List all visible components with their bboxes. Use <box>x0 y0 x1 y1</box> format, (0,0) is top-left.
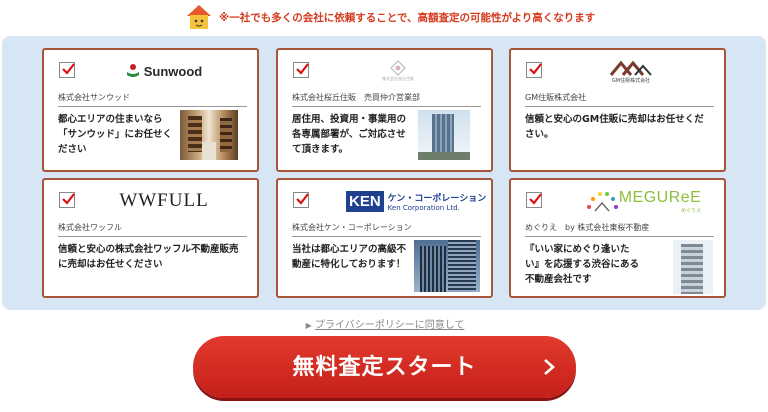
company-card-wwfull[interactable]: WWFULL 株式会社ワッフル 信頼と安心の株式会社ワッフル不動産販売 に売却は… <box>42 178 259 298</box>
checkmark-icon <box>296 63 309 75</box>
triangle-right-icon: ▶ <box>305 321 312 330</box>
company-description: 当社は都心エリアの高級不 動産に特化しております！ <box>292 244 407 270</box>
start-button-label: 無料査定スタート <box>292 355 477 380</box>
company-description: 信頼と安心の株式会社ワッフル不動産販売 に売却はお任せください <box>58 244 239 270</box>
company-checkbox[interactable] <box>526 192 542 208</box>
gm-roof-icon <box>609 60 652 76</box>
logo-text: GM住販株式会社 <box>611 77 651 84</box>
logo-text: MEGUReE <box>618 188 702 206</box>
logo-sub-text: めぐりえ <box>681 207 702 214</box>
company-name: めぐりえ by 株式会社東桜不動産 <box>525 222 714 237</box>
house-mascot-icon <box>187 5 211 29</box>
company-card-gm[interactable]: GM住販株式会社 GM住販株式会社 信頼と安心のGM住販に売却はお任せくだ さい… <box>509 48 726 172</box>
logo-text-jp: ケン・コーポレーション <box>387 193 487 204</box>
checkmark-icon <box>62 193 75 205</box>
privacy-policy-link[interactable]: ▶ プライバシーポリシーに同意して <box>0 316 768 331</box>
company-name: 株式会社桜丘住販 売買仲介営業部 <box>292 92 481 107</box>
apartment-photo <box>673 240 713 294</box>
company-card-sunwood[interactable]: Sunwood 株式会社サンウッド 都心エリアの住まいなら 「サンウッド」にお任… <box>42 48 259 172</box>
company-panel: Sunwood 株式会社サンウッド 都心エリアの住まいなら 「サンウッド」にお任… <box>2 36 766 310</box>
company-logo: 株式会社桜丘住販 <box>333 56 463 86</box>
sunwood-leaf-icon <box>126 64 139 77</box>
building-photo <box>418 110 470 160</box>
checkmark-icon <box>529 63 542 75</box>
company-description: 都心エリアの住まいなら 「サンウッド」にお任せく ださい <box>58 114 173 155</box>
company-description: 信頼と安心のGM住販に売却はお任せくだ さい。 <box>525 114 704 140</box>
company-logo: KEN ケン・コーポレーション Ken Corporation Ltd. <box>346 186 486 216</box>
company-card-ken[interactable]: KEN ケン・コーポレーション Ken Corporation Ltd. 株式会… <box>276 178 493 298</box>
company-checkbox[interactable] <box>59 192 75 208</box>
company-logo: WWFULL <box>99 186 229 216</box>
ken-logo-text: ケン・コーポレーション Ken Corporation Ltd. <box>388 191 487 212</box>
logo-text-en: Ken Corporation Ltd. <box>387 203 460 212</box>
company-name: 株式会社ワッフル <box>58 222 247 237</box>
company-description: 居住用、投資用・事業用の 各専属部署が、ご対応させ て頂きます。 <box>292 114 407 155</box>
interior-photo <box>180 110 238 160</box>
sakura-emblem-icon <box>390 60 406 76</box>
logo-text: WWFULL <box>119 190 209 211</box>
logo-text: Sunwood <box>143 63 203 79</box>
company-name: 株式会社ケン・コーポレーション <box>292 222 481 237</box>
notice-text: ※一社でも多くの会社に依頼することで、高額査定の可能性がより高くなります <box>219 11 596 24</box>
chevron-right-icon <box>544 359 555 375</box>
checkmark-icon <box>296 193 309 205</box>
company-checkbox[interactable] <box>293 62 309 78</box>
megurie-logo-text: MEGUReE めぐりえ <box>619 189 702 214</box>
skyscraper-photo <box>414 240 480 292</box>
notice-bar: ※一社でも多くの会社に依頼することで、高額査定の可能性がより高くなります <box>185 2 615 32</box>
company-logo: GM住販株式会社 <box>566 56 696 86</box>
company-card-sakuragaoka[interactable]: 株式会社桜丘住販 株式会社桜丘住販 売買仲介営業部 居住用、投資用・事業用の 各… <box>276 48 493 172</box>
checkmark-icon <box>62 63 75 75</box>
company-description: 『いい家にめぐり逢いた い』を応援する渋谷にある 不動産会社です <box>525 244 640 285</box>
ken-logo-mark: KEN <box>346 190 384 212</box>
company-checkbox[interactable] <box>293 192 309 208</box>
company-checkbox[interactable] <box>526 62 542 78</box>
megurie-dots-icon <box>586 192 618 212</box>
company-logo: MEGUReE めぐりえ <box>573 186 713 216</box>
company-name: 株式会社サンウッド <box>58 92 247 107</box>
free-appraisal-start-button[interactable]: 無料査定スタート <box>193 336 576 398</box>
company-card-megurie[interactable]: MEGUReE めぐりえ めぐりえ by 株式会社東桜不動産 『いい家にめぐり逢… <box>509 178 726 298</box>
company-name: GM住販株式会社 <box>525 92 714 107</box>
company-logo: Sunwood <box>99 56 229 86</box>
company-checkbox[interactable] <box>59 62 75 78</box>
logo-text: 株式会社桜丘住販 <box>382 76 414 81</box>
privacy-policy-text[interactable]: プライバシーポリシーに同意して <box>315 320 465 331</box>
checkmark-icon <box>529 193 542 205</box>
